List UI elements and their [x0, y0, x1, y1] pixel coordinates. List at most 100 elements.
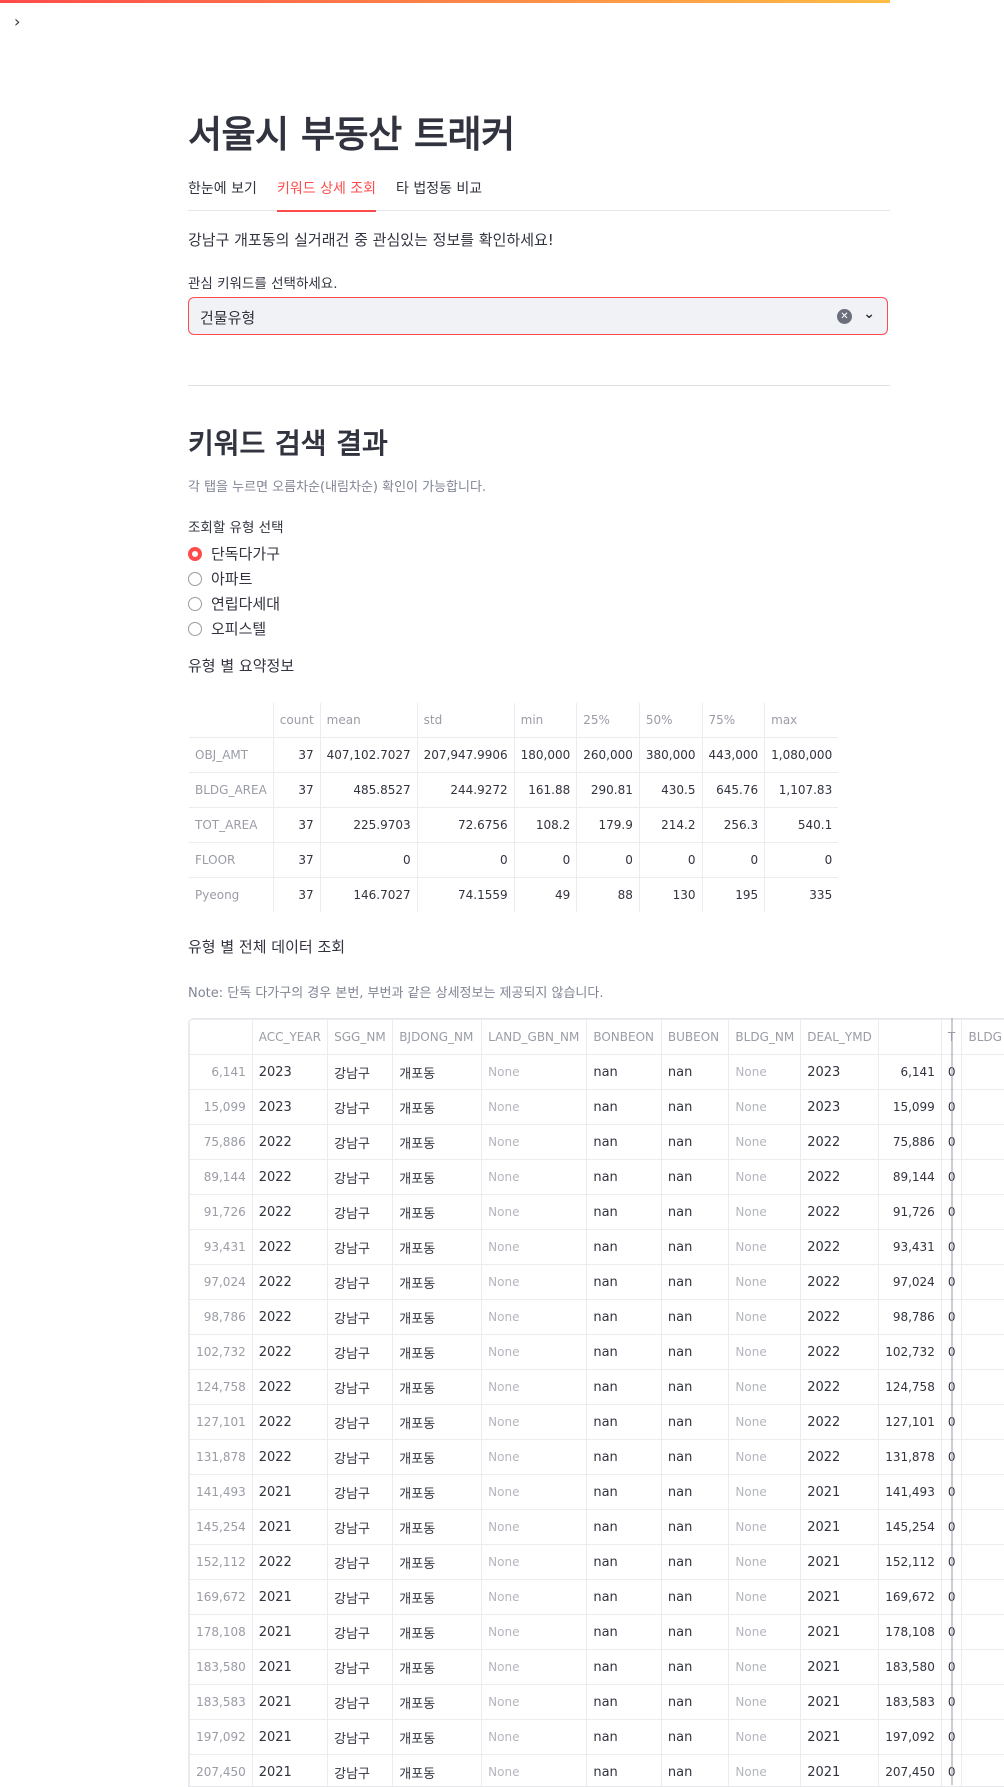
data-column-header[interactable]: BONBEON: [587, 1020, 662, 1055]
table-row: 93,4312022강남구개포동NonenannanNone202293,431…: [190, 1230, 1004, 1265]
tab-overview[interactable]: 한눈에 보기: [188, 178, 257, 198]
table-cell: nan: [587, 1090, 662, 1125]
summary-column-header[interactable]: 75%: [702, 703, 765, 738]
table-cell: [962, 1580, 1004, 1615]
keyword-select[interactable]: 건물유형 ✕ ⌄: [188, 297, 888, 335]
row-index: 183,583: [190, 1685, 253, 1720]
table-cell: 2022: [801, 1335, 879, 1370]
table-cell: 183,580: [878, 1650, 941, 1685]
summary-cell: 72.6756: [417, 808, 514, 843]
summary-column-header[interactable]: min: [514, 703, 577, 738]
radio-option-rowhouse[interactable]: 연립다세대: [188, 593, 280, 613]
data-column-header[interactable]: SGG_NM: [328, 1020, 393, 1055]
row-index: 145,254: [190, 1510, 253, 1545]
sidebar-expand-icon[interactable]: ›: [14, 12, 20, 31]
table-cell: None: [729, 1685, 801, 1720]
table-cell: 15,099: [878, 1090, 941, 1125]
summary-row-label: BLDG_AREA: [189, 773, 274, 808]
table-cell: 개포동: [393, 1230, 482, 1265]
table-cell: 2022: [252, 1195, 327, 1230]
table-cell: 2022: [801, 1195, 879, 1230]
table-cell: 2023: [801, 1055, 879, 1090]
table-cell: None: [482, 1090, 587, 1125]
summary-cell: 645.76: [702, 773, 765, 808]
table-cell: 강남구: [328, 1230, 393, 1265]
table-cell: 개포동: [393, 1195, 482, 1230]
table-cell: None: [482, 1755, 587, 1787]
table-cell: 2021: [801, 1685, 879, 1720]
summary-cell: 88: [577, 878, 640, 913]
summary-column-header[interactable]: mean: [320, 703, 417, 738]
tab-compare-dong[interactable]: 타 법정동 비교: [396, 178, 482, 198]
data-column-header[interactable]: ACC_YEAR: [252, 1020, 327, 1055]
radio-option-detached[interactable]: 단독다가구: [188, 543, 280, 563]
table-cell: [962, 1195, 1004, 1230]
full-data-grid[interactable]: ACC_YEARSGG_NMBJDONG_NMLAND_GBN_NMBONBEO…: [188, 1018, 1004, 1787]
table-row: 183,5832021강남구개포동NonenannanNone2021183,5…: [190, 1685, 1004, 1720]
table-cell: 강남구: [328, 1055, 393, 1090]
table-cell: nan: [587, 1615, 662, 1650]
table-row: 152,1122022강남구개포동NonenannanNone2021152,1…: [190, 1545, 1004, 1580]
data-column-header[interactable]: [878, 1020, 941, 1055]
summary-cell: 1,107.83: [765, 773, 839, 808]
summary-cell: 179.9: [577, 808, 640, 843]
table-cell: 178,108: [878, 1615, 941, 1650]
data-column-header[interactable]: LAND_GBN_NM: [482, 1020, 587, 1055]
clear-icon[interactable]: ✕: [837, 309, 852, 324]
data-column-header[interactable]: BJDONG_NM: [393, 1020, 482, 1055]
tab-keyword-detail[interactable]: 키워드 상세 조회: [277, 178, 376, 212]
summary-column-header[interactable]: 25%: [577, 703, 640, 738]
table-cell: 개포동: [393, 1300, 482, 1335]
summary-cell: 0: [639, 843, 702, 878]
summary-column-header[interactable]: count: [273, 703, 320, 738]
type-radio-label: 조회할 유형 선택: [188, 516, 284, 536]
table-cell: nan: [587, 1650, 662, 1685]
radio-option-officetel[interactable]: 오피스텔: [188, 618, 266, 638]
table-cell: 개포동: [393, 1580, 482, 1615]
summary-cell: 244.9272: [417, 773, 514, 808]
summary-cell: 540.1: [765, 808, 839, 843]
data-column-header[interactable]: BUBEON: [661, 1020, 729, 1055]
summary-row-label: FLOOR: [189, 843, 274, 878]
data-column-header[interactable]: BLDG_NM: [729, 1020, 801, 1055]
table-cell: 개포동: [393, 1055, 482, 1090]
summary-cell: 180,000: [514, 738, 577, 773]
data-column-header[interactable]: BLDG: [962, 1020, 1004, 1055]
table-cell: nan: [587, 1440, 662, 1475]
radio-icon[interactable]: [188, 622, 202, 636]
row-index: 93,431: [190, 1230, 253, 1265]
summary-column-header[interactable]: max: [765, 703, 839, 738]
table-cell: 2021: [801, 1755, 879, 1787]
table-cell: 개포동: [393, 1125, 482, 1160]
table-cell: 197,092: [878, 1720, 941, 1755]
table-cell: 2022: [252, 1300, 327, 1335]
radio-icon[interactable]: [188, 572, 202, 586]
table-row: 98,7862022강남구개포동NonenannanNone202298,786…: [190, 1300, 1004, 1335]
radio-option-apartment[interactable]: 아파트: [188, 568, 252, 588]
summary-column-header[interactable]: 50%: [639, 703, 702, 738]
summary-cell: 290.81: [577, 773, 640, 808]
summary-cell: 0: [417, 843, 514, 878]
summary-table[interactable]: countmeanstdmin25%50%75%max OBJ_AMT37407…: [188, 702, 839, 913]
radio-icon[interactable]: [188, 597, 202, 611]
data-column-header[interactable]: DEAL_YMD: [801, 1020, 879, 1055]
summary-cell: 225.9703: [320, 808, 417, 843]
table-cell: 강남구: [328, 1335, 393, 1370]
summary-column-header[interactable]: [189, 703, 274, 738]
table-cell: 2022: [252, 1405, 327, 1440]
table-cell: 강남구: [328, 1615, 393, 1650]
chevron-down-icon[interactable]: ⌄: [863, 306, 875, 322]
radio-selected-icon[interactable]: [188, 547, 202, 561]
summary-cell: 37: [273, 843, 320, 878]
table-cell: 개포동: [393, 1370, 482, 1405]
summary-cell: 407,102.7027: [320, 738, 417, 773]
table-cell: None: [729, 1265, 801, 1300]
table-cell: [962, 1545, 1004, 1580]
summary-column-header[interactable]: std: [417, 703, 514, 738]
results-heading: 키워드 검색 결과: [188, 422, 388, 462]
summary-row: Pyeong37146.702774.15594988130195335: [189, 878, 839, 913]
data-column-header[interactable]: [190, 1020, 253, 1055]
table-cell: [962, 1405, 1004, 1440]
summary-cell: 146.7027: [320, 878, 417, 913]
table-cell: None: [482, 1545, 587, 1580]
